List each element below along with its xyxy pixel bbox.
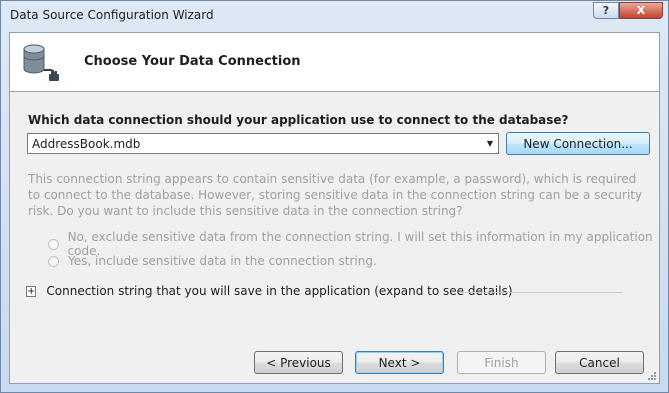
connection-question: Which data connection should your applic… xyxy=(28,113,569,127)
resize-grip-icon[interactable] xyxy=(647,371,657,381)
wizard-body: Choose Your Data Connection Which data c… xyxy=(9,32,660,384)
new-connection-button[interactable]: New Connection... xyxy=(506,132,650,155)
sensitive-data-description: This connection string appears to contai… xyxy=(28,172,643,218)
wizard-header: Choose Your Data Connection xyxy=(10,33,659,92)
connection-string-expander[interactable]: + Connection string that you will save i… xyxy=(26,284,513,298)
radio-include-label: Yes, include sensitive data in the conne… xyxy=(68,254,377,268)
radio-button[interactable] xyxy=(48,238,59,250)
close-button[interactable]: X xyxy=(619,2,663,19)
next-button[interactable]: Next > xyxy=(355,351,444,374)
wizard-window: Data Source Configuration Wizard ? X Cho… xyxy=(0,0,669,393)
title-bar[interactable]: Data Source Configuration Wizard ? X xyxy=(1,1,668,31)
help-button[interactable]: ? xyxy=(593,2,619,19)
previous-button[interactable]: < Previous xyxy=(254,351,343,374)
database-plug-icon xyxy=(23,44,59,81)
radio-button[interactable] xyxy=(48,255,59,267)
window-title: Data Source Configuration Wizard xyxy=(10,8,214,22)
chevron-down-icon[interactable]: ▼ xyxy=(482,139,498,148)
expander-label: Connection string that you will save in … xyxy=(46,284,513,298)
page-title: Choose Your Data Connection xyxy=(84,54,301,69)
divider xyxy=(462,292,622,293)
finish-button: Finish xyxy=(457,351,546,374)
expand-plus-icon[interactable]: + xyxy=(26,285,37,297)
connection-dropdown-value: AddressBook.mdb xyxy=(32,136,141,151)
connection-dropdown[interactable]: AddressBook.mdb ▼ xyxy=(27,133,499,154)
radio-include-sensitive[interactable]: Yes, include sensitive data in the conne… xyxy=(48,254,377,268)
title-bar-buttons: ? X xyxy=(593,2,663,19)
cancel-button[interactable]: Cancel xyxy=(555,351,644,374)
